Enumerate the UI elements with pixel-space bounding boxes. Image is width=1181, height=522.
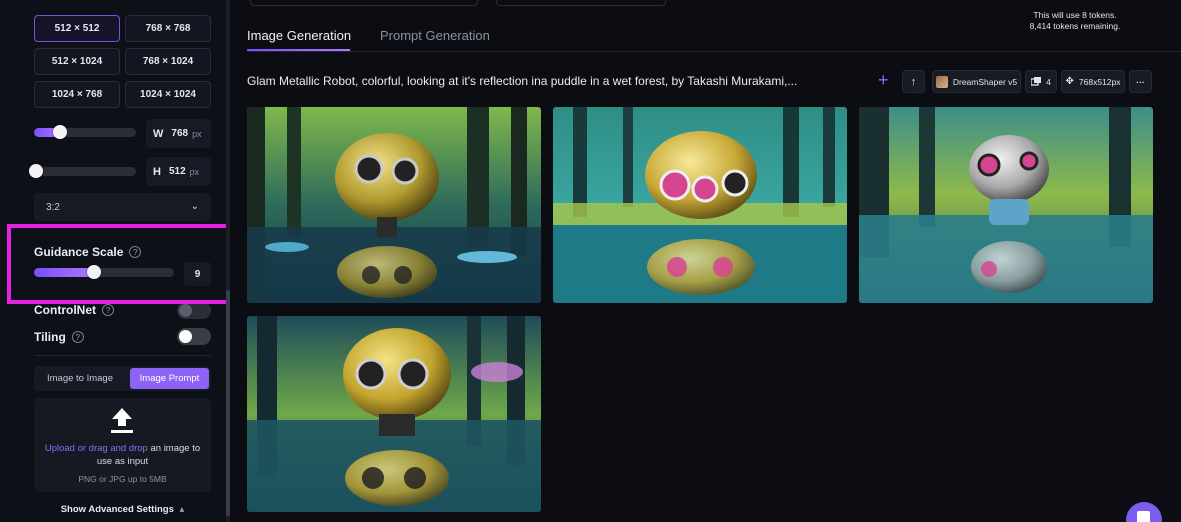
tiling-toggle[interactable] bbox=[177, 328, 211, 345]
model-name: DreamShaper v5 bbox=[952, 76, 1018, 87]
advanced-settings-label: Show Advanced Settings bbox=[60, 504, 174, 515]
height-unit: px bbox=[189, 166, 200, 177]
controlnet-label: ControlNet ? bbox=[34, 303, 114, 317]
chat-icon-glyph bbox=[1137, 511, 1150, 522]
plus-icon[interactable]: + bbox=[878, 70, 889, 91]
generated-image-4[interactable] bbox=[247, 316, 541, 512]
top-bar-segment bbox=[250, 0, 478, 6]
height-field[interactable]: H 512 px bbox=[146, 157, 211, 186]
size-1024x768-button[interactable]: 1024 × 768 bbox=[34, 81, 120, 108]
tab-image-to-image[interactable]: Image to Image bbox=[36, 368, 124, 389]
width-slider-knob[interactable] bbox=[53, 125, 67, 139]
tokens-remaining: 8,414 tokens remaining. bbox=[1029, 21, 1121, 31]
robot-image bbox=[859, 107, 1153, 303]
tab-image-generation[interactable]: Image Generation bbox=[247, 28, 351, 43]
tab-prompt-generation[interactable]: Prompt Generation bbox=[380, 28, 490, 43]
image-upload-dropzone[interactable]: Upload or drag and drop an image to use … bbox=[34, 398, 211, 492]
model-button[interactable]: DreamShaper v5 bbox=[932, 70, 1021, 93]
aspect-ratio-value: 3:2 bbox=[46, 201, 60, 213]
upload-arrow-icon bbox=[111, 408, 133, 433]
show-advanced-settings-button[interactable]: Show Advanced Settings ▴ bbox=[34, 504, 211, 515]
size-768x1024-button[interactable]: 768 × 1024 bbox=[125, 48, 211, 75]
app-root: 512 × 512 768 × 768 512 × 1024 768 × 102… bbox=[0, 0, 1181, 522]
robot-image bbox=[247, 107, 541, 303]
size-512x1024-button[interactable]: 512 × 1024 bbox=[34, 48, 120, 75]
width-field[interactable]: W 768 px bbox=[146, 119, 211, 148]
controlnet-toggle-knob bbox=[179, 304, 192, 317]
sidebar-divider bbox=[34, 355, 211, 356]
model-thumb-icon bbox=[935, 75, 948, 88]
width-letter: W bbox=[153, 127, 164, 140]
width-value: 768 bbox=[171, 128, 189, 139]
controlnet-text: ControlNet bbox=[34, 303, 96, 317]
image-count-button[interactable]: 4 bbox=[1025, 70, 1057, 93]
more-options-button[interactable]: ··· bbox=[1129, 70, 1152, 93]
upload-arrow-button[interactable]: ↑ bbox=[902, 70, 925, 93]
guidance-scale-highlight bbox=[7, 224, 233, 304]
resize-icon: ✥ bbox=[1065, 76, 1074, 87]
size-512x512-button[interactable]: 512 × 512 bbox=[34, 15, 120, 42]
image-count: 4 bbox=[1046, 76, 1051, 87]
height-value: 512 bbox=[168, 166, 186, 177]
size-768x768-button[interactable]: 768 × 768 bbox=[125, 15, 211, 42]
chevron-up-icon: ▴ bbox=[179, 504, 185, 515]
upload-instructions: Upload or drag and drop an image to use … bbox=[40, 442, 205, 468]
upload-link[interactable]: Upload or drag and drop bbox=[45, 443, 148, 454]
height-slider[interactable] bbox=[29, 164, 136, 178]
help-icon[interactable]: ? bbox=[71, 331, 84, 343]
settings-sidebar: 512 × 512 768 × 768 512 × 1024 768 × 102… bbox=[0, 0, 233, 522]
image-input-mode-switch: Image to Image Image Prompt bbox=[34, 366, 211, 391]
upload-file-hint: PNG or JPG up to 5MB bbox=[78, 474, 167, 484]
width-slider[interactable] bbox=[34, 125, 136, 139]
aspect-ratio-select[interactable]: 3:2 ⌄ bbox=[34, 193, 211, 221]
tiling-text: Tiling bbox=[34, 330, 66, 344]
main-panel: Image Generation Prompt Generation This … bbox=[230, 0, 1181, 522]
generation-prompt: Glam Metallic Robot, colorful, looking a… bbox=[247, 74, 798, 88]
height-letter: H bbox=[153, 165, 161, 178]
height-slider-knob[interactable] bbox=[29, 164, 43, 178]
width-unit: px bbox=[192, 128, 202, 139]
tab-image-prompt[interactable]: Image Prompt bbox=[130, 368, 209, 389]
token-cost: This will use 8 tokens. bbox=[1033, 10, 1117, 20]
tiling-toggle-knob bbox=[179, 330, 192, 343]
chevron-down-icon: ⌄ bbox=[190, 201, 199, 212]
generated-image-1[interactable] bbox=[247, 107, 541, 303]
token-usage-info: This will use 8 tokens. 8,414 tokens rem… bbox=[1020, 10, 1130, 32]
size-1024x1024-button[interactable]: 1024 × 1024 bbox=[125, 81, 211, 108]
controlnet-toggle[interactable] bbox=[177, 302, 211, 319]
robot-image bbox=[247, 316, 541, 512]
tabs-divider bbox=[247, 51, 1181, 52]
active-tab-indicator bbox=[247, 49, 350, 51]
top-bar-segment bbox=[496, 0, 666, 6]
images-icon bbox=[1031, 77, 1042, 86]
dimensions-button[interactable]: ✥ 768x512px bbox=[1061, 70, 1125, 93]
generated-image-2[interactable] bbox=[553, 107, 847, 303]
dimensions-value: 768x512px bbox=[1078, 76, 1121, 87]
generated-image-3[interactable] bbox=[859, 107, 1153, 303]
robot-image bbox=[553, 107, 847, 303]
tiling-label: Tiling ? bbox=[34, 330, 84, 344]
help-icon[interactable]: ? bbox=[102, 304, 114, 316]
